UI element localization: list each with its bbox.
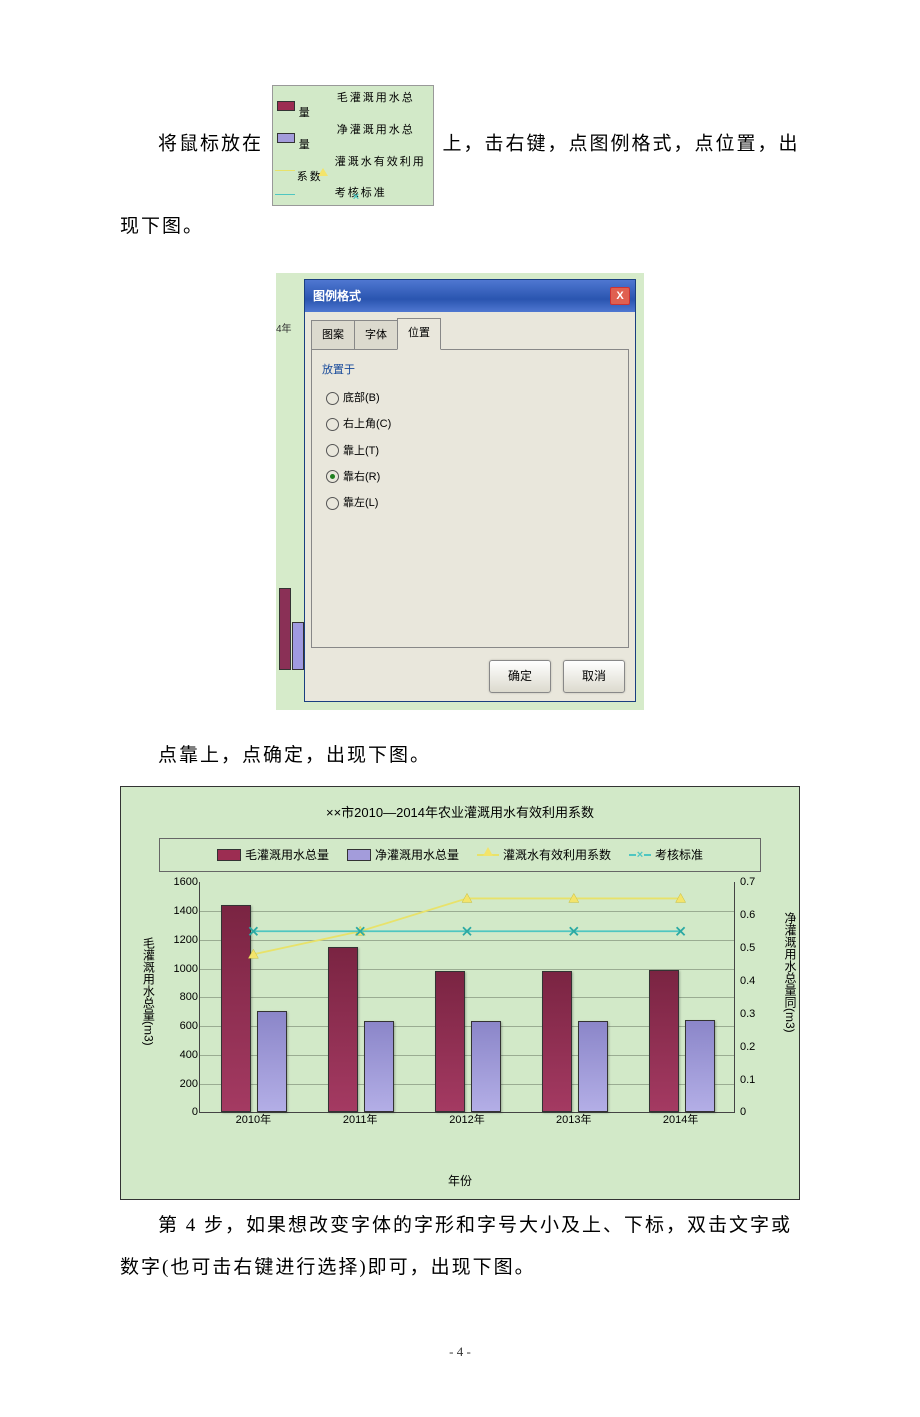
legend-format-dialog: 图例格式 X 图案 字体 位置 放置于 底部(B) 右上角(C) 靠上(T) 靠…: [304, 279, 636, 702]
ytick-left: 1000: [168, 957, 198, 981]
bar-net[interactable]: [257, 1011, 287, 1112]
bar-gross[interactable]: [221, 905, 251, 1113]
ytick-right: 0: [740, 1100, 770, 1124]
bar-net[interactable]: [578, 1021, 608, 1113]
legend-swatch-maroon: [217, 849, 241, 861]
ytick-left: 1200: [168, 928, 198, 952]
ytick-left: 400: [168, 1043, 198, 1067]
cancel-button[interactable]: 取消: [563, 660, 625, 692]
ytick-left: 1600: [168, 870, 198, 894]
ytick-right: 0.6: [740, 903, 770, 927]
legend-label-0: 毛灌溉用水总量: [299, 91, 427, 122]
x-axis-label: 年份: [129, 1168, 791, 1194]
x-tick-label: 2013年: [520, 1108, 627, 1132]
x-tick-label: 2011年: [307, 1108, 414, 1132]
ok-button[interactable]: 确定: [489, 660, 551, 692]
ytick-right: 0.2: [740, 1035, 770, 1059]
ytick-left: 200: [168, 1072, 198, 1096]
chart-legend-top: 毛灌溉用水总量 净灌溉用水总量 灌溉水有效利用系数 × 考核标准: [159, 838, 761, 872]
background-chart-fragment: [276, 530, 298, 670]
tab-font[interactable]: 字体: [354, 320, 398, 350]
partial-year-label: 4年: [276, 319, 292, 341]
x-tick-label: 2010年: [200, 1108, 307, 1132]
result-chart: ××市2010—2014年农业灌溉用水有效利用系数 毛灌溉用水总量 净灌溉用水总…: [120, 786, 800, 1199]
legend-swatch-violet: [347, 849, 371, 861]
legend-swatch-maroon: [277, 101, 295, 111]
chart-title: ××市2010—2014年农业灌溉用水有效利用系数: [129, 799, 791, 828]
legend-swatch-violet: [277, 133, 295, 143]
ytick-right: 0.7: [740, 870, 770, 894]
paragraph-1: 将鼠标放在 毛灌溉用水总量 净灌溉用水总量 灌溉水有效利用系数 ×考核标准 上，…: [120, 85, 800, 248]
bar-net[interactable]: [471, 1021, 501, 1113]
legend-label-1: 净灌溉用水总量: [299, 123, 427, 154]
y-axis-left-label: 毛灌溉用水总量(m3): [135, 937, 161, 1046]
para1-text-a: 将鼠标放在: [158, 134, 263, 155]
legend-text-0: 毛灌溉用水总量: [245, 842, 329, 868]
radio-corner[interactable]: 右上角(C): [326, 412, 618, 436]
inline-legend-box[interactable]: 毛灌溉用水总量 净灌溉用水总量 灌溉水有效利用系数 ×考核标准: [272, 85, 434, 206]
legend-label-3: 考核标准: [297, 186, 387, 201]
ytick-right: 0.4: [740, 969, 770, 993]
x-tick-label: 2012年: [414, 1108, 521, 1132]
bar-gross[interactable]: [649, 970, 679, 1112]
x-tick-label: 2014年: [627, 1108, 734, 1132]
paragraph-3: 第 4 步，如果想改变字体的字形和字号大小及上、下标，双击文字或数字(也可击右键…: [120, 1205, 800, 1289]
ytick-right: 0.5: [740, 936, 770, 960]
legend-swatch-x: ×: [277, 190, 293, 198]
paragraph-2: 点靠上，点确定，出现下图。: [120, 735, 800, 777]
radio-left[interactable]: 靠左(L): [326, 491, 618, 515]
dialog-screenshot: 4年 图例格式 X 图案 字体 位置 放置于 底部(B) 右上角(C): [276, 273, 644, 710]
legend-line-yellow: [477, 855, 499, 856]
bar-gross[interactable]: [542, 971, 572, 1112]
legend-line-teal: ×: [629, 855, 651, 856]
ytick-right: 0.3: [740, 1002, 770, 1026]
bar-net[interactable]: [364, 1021, 394, 1113]
dialog-body: 放置于 底部(B) 右上角(C) 靠上(T) 靠右(R) 靠左(L): [311, 349, 629, 648]
bar-net[interactable]: [685, 1020, 715, 1113]
tab-pattern[interactable]: 图案: [311, 320, 355, 350]
placement-group-label: 放置于: [322, 358, 618, 382]
ytick-left: 800: [168, 985, 198, 1009]
legend-text-2: 灌溉水有效利用系数: [503, 842, 611, 868]
y-axis-right-label: 净灌溉用水总量同(m3): [777, 912, 803, 1033]
page-number: - 4 -: [120, 1338, 800, 1367]
bar-gross[interactable]: [328, 947, 358, 1113]
bar-gross[interactable]: [435, 971, 465, 1112]
dialog-titlebar[interactable]: 图例格式 X: [305, 280, 635, 312]
legend-text-1: 净灌溉用水总量: [375, 842, 459, 868]
ytick-left: 1400: [168, 899, 198, 923]
dialog-tabs: 图案 字体 位置: [305, 312, 635, 350]
legend-swatch-triangle: [277, 166, 293, 174]
radio-top[interactable]: 靠上(T): [326, 439, 618, 463]
dialog-title: 图例格式: [313, 283, 361, 309]
plot-area: 毛灌溉用水总量(m3) 净灌溉用水总量同(m3) 020040060080010…: [169, 882, 761, 1142]
radio-right[interactable]: 靠右(R): [326, 465, 618, 489]
tab-position[interactable]: 位置: [397, 318, 441, 350]
ytick-right: 0.1: [740, 1067, 770, 1091]
ytick-left: 0: [168, 1100, 198, 1124]
ytick-left: 600: [168, 1014, 198, 1038]
legend-text-3: 考核标准: [655, 842, 703, 868]
close-icon[interactable]: X: [610, 287, 630, 305]
radio-bottom[interactable]: 底部(B): [326, 386, 618, 410]
